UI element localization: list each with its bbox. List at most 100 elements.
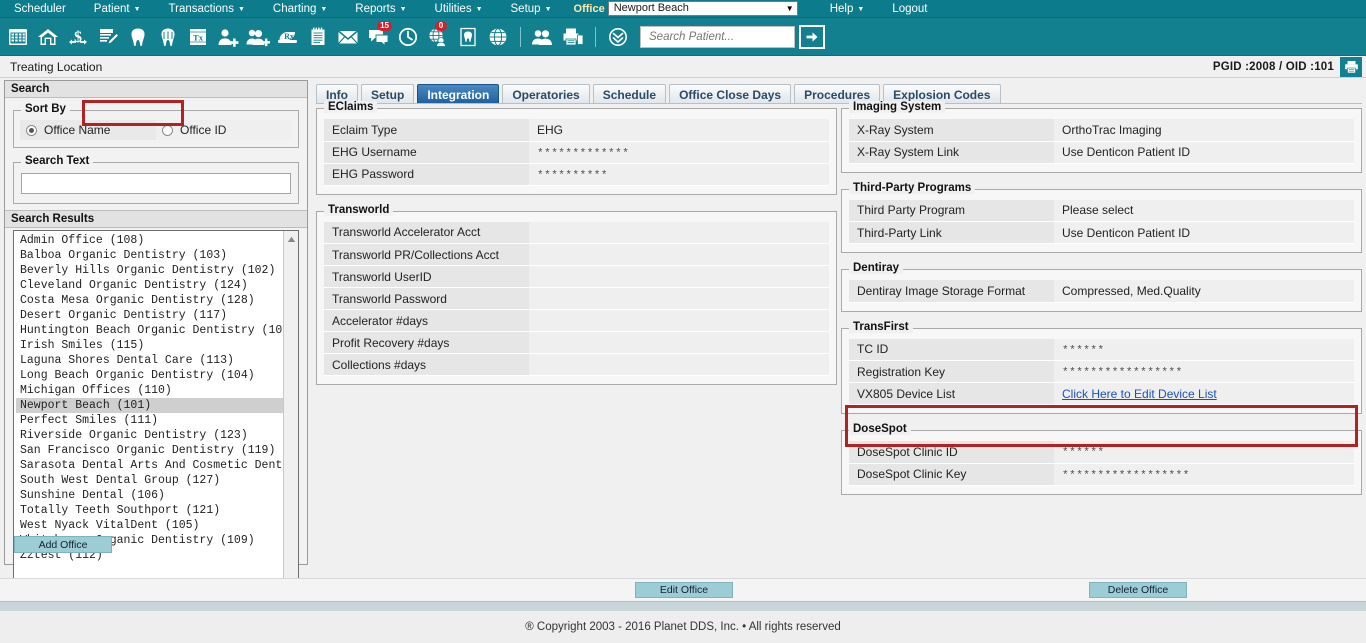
messages-icon[interactable]: 15 bbox=[364, 20, 392, 52]
field-value[interactable]: ***************** bbox=[1054, 360, 1354, 383]
list-item[interactable]: Totally Teeth Southport (121) bbox=[16, 503, 283, 518]
more-chevrons-icon[interactable] bbox=[604, 22, 632, 52]
radio-office-name[interactable]: Office Name bbox=[20, 120, 156, 140]
field-value[interactable] bbox=[529, 287, 829, 310]
field-value[interactable] bbox=[529, 265, 829, 288]
field-value[interactable] bbox=[529, 243, 829, 266]
list-item[interactable]: Cleveland Organic Dentistry (124) bbox=[16, 278, 283, 293]
search-panel: Search Sort By Office Name Office ID Sea… bbox=[4, 80, 308, 590]
edit-notes-icon[interactable] bbox=[94, 22, 122, 52]
group-dosespot: DoseSpot DoseSpot Clinic ID ****** DoseSpot… bbox=[841, 423, 1362, 495]
menu-item-charting[interactable]: Charting ▼ bbox=[259, 0, 341, 18]
edit-device-list-link[interactable]: Click Here to Edit Device List bbox=[1062, 387, 1217, 401]
list-item[interactable]: Long Beach Organic Dentistry (104) bbox=[16, 368, 283, 383]
table-row: Third Party Program Please select bbox=[849, 199, 1354, 222]
table-row: Transworld PR/Collections Acct bbox=[324, 243, 829, 266]
calendar-icon[interactable] bbox=[4, 22, 32, 52]
list-item[interactable]: Huntington Beach Organic Dentistry (107) bbox=[16, 323, 283, 338]
tab-integration[interactable]: Integration bbox=[417, 84, 500, 104]
group-transworld: Transworld Transworld Accelerator Acct Tra… bbox=[316, 203, 837, 385]
list-item[interactable]: Michigan Offices (110) bbox=[16, 383, 283, 398]
list-item[interactable]: Costa Mesa Organic Dentistry (128) bbox=[16, 293, 283, 308]
edit-office-button[interactable]: Edit Office bbox=[635, 582, 733, 598]
field-value[interactable]: ********** bbox=[529, 163, 829, 186]
envelope-icon[interactable] bbox=[334, 22, 362, 52]
add-patient-icon[interactable] bbox=[214, 22, 242, 52]
treatment-plan-icon[interactable]: Tx bbox=[184, 22, 212, 52]
perio-tooth-icon[interactable] bbox=[454, 22, 482, 52]
field-label: X-Ray System Link bbox=[849, 141, 1054, 164]
add-office-button[interactable]: Add Office bbox=[14, 536, 112, 553]
field-value[interactable]: ************* bbox=[529, 141, 829, 164]
menu-item-logout[interactable]: Logout bbox=[878, 0, 941, 18]
home-icon[interactable] bbox=[34, 22, 62, 52]
list-item[interactable]: Balboa Organic Dentistry (103) bbox=[16, 248, 283, 263]
settings-column-left: EClaims Eclaim Type EHG EHG Username *******… bbox=[316, 101, 837, 401]
scroll-up-icon[interactable] bbox=[285, 233, 298, 245]
menu-item-help[interactable]: Help ▼ bbox=[816, 0, 879, 18]
delete-office-button[interactable]: Delete Office bbox=[1089, 582, 1187, 598]
group-legend: TransFirst bbox=[849, 320, 913, 333]
chevron-down-icon: ▼ bbox=[237, 5, 245, 13]
field-value[interactable]: Please select bbox=[1054, 199, 1354, 222]
list-item[interactable]: Desert Organic Dentistry (117) bbox=[16, 308, 283, 323]
dollar-icon[interactable]: $ bbox=[64, 22, 92, 52]
field-value[interactable]: ****** bbox=[1054, 338, 1354, 361]
clock-icon[interactable] bbox=[394, 22, 422, 52]
list-item[interactable]: West Nyack VitalDent (105) bbox=[16, 518, 283, 533]
tooth-chart-icon[interactable] bbox=[154, 22, 182, 52]
list-item[interactable]: South West Dental Group (127) bbox=[16, 473, 283, 488]
patient-search-box[interactable] bbox=[640, 25, 795, 48]
list-item[interactable]: Riverside Organic Dentistry (123) bbox=[16, 428, 283, 443]
go-arrow-icon[interactable] bbox=[799, 24, 825, 49]
radio-office-id[interactable]: Office ID bbox=[156, 120, 292, 140]
tab-operatories[interactable]: Operatories bbox=[502, 84, 590, 104]
field-value[interactable] bbox=[529, 221, 829, 244]
field-label: Transworld UserID bbox=[324, 265, 529, 288]
search-input[interactable] bbox=[647, 29, 794, 44]
printer-icon[interactable] bbox=[1340, 56, 1362, 77]
tab-office-close-days[interactable]: Office Close Days bbox=[669, 84, 792, 104]
menu-item-transactions[interactable]: Transactions ▼ bbox=[155, 0, 259, 18]
list-item[interactable]: San Francisco Organic Dentistry (119) bbox=[16, 443, 283, 458]
list-item[interactable]: Perfect Smiles (111) bbox=[16, 413, 283, 428]
page-body: Search Sort By Office Name Office ID Sea… bbox=[0, 78, 1366, 590]
field-value[interactable]: EHG bbox=[529, 119, 829, 142]
field-value[interactable]: Use Denticon Patient ID bbox=[1054, 141, 1354, 164]
patients-group-icon[interactable] bbox=[529, 22, 557, 52]
menu-item-patient[interactable]: Patient ▼ bbox=[80, 0, 155, 18]
notepad-icon[interactable] bbox=[304, 22, 332, 52]
field-value[interactable] bbox=[529, 353, 829, 376]
list-item[interactable]: Admin Office (108) bbox=[16, 233, 283, 248]
list-item[interactable]: Beverly Hills Organic Dentistry (102) bbox=[16, 263, 283, 278]
field-value[interactable]: ****************** bbox=[1054, 463, 1354, 486]
settings-table: DoseSpot Clinic ID ****** DoseSpot Clinic … bbox=[849, 441, 1354, 486]
menu-item-scheduler[interactable]: Scheduler bbox=[0, 0, 80, 18]
field-value[interactable]: Click Here to Edit Device List bbox=[1054, 382, 1354, 405]
field-value[interactable] bbox=[529, 331, 829, 354]
globe-icon[interactable] bbox=[484, 22, 512, 52]
global-patient-icon[interactable]: 0 bbox=[424, 20, 452, 52]
field-value[interactable]: Compressed, Med.Quality bbox=[1054, 280, 1354, 303]
field-value[interactable] bbox=[529, 309, 829, 332]
print-queue-icon[interactable] bbox=[559, 22, 587, 52]
office-selector-dropdown[interactable]: Newport Beach ▼ bbox=[607, 1, 798, 16]
menu-item-utilities[interactable]: Utilities ▼ bbox=[421, 0, 497, 18]
tab-schedule[interactable]: Schedule bbox=[592, 84, 667, 104]
list-item[interactable]: Irish Smiles (115) bbox=[16, 338, 283, 353]
field-value[interactable]: OrthoTrac Imaging bbox=[1054, 119, 1354, 142]
field-value[interactable]: ****** bbox=[1054, 441, 1354, 464]
list-item[interactable]: Laguna Shores Dental Care (113) bbox=[16, 353, 283, 368]
add-family-icon[interactable] bbox=[244, 22, 272, 52]
menu-item-reports[interactable]: Reports ▼ bbox=[341, 0, 420, 18]
list-item[interactable]: Sunshine Dental (106) bbox=[16, 488, 283, 503]
field-value[interactable]: Use Denticon Patient ID bbox=[1054, 221, 1354, 244]
search-section-title: Search bbox=[5, 81, 307, 98]
prescription-icon[interactable]: Rx bbox=[274, 22, 302, 52]
search-text-input[interactable] bbox=[21, 173, 291, 194]
list-item[interactable]: Sarasota Dental Arts And Cosmetic Dentis bbox=[16, 458, 283, 473]
tooth-icon[interactable] bbox=[124, 22, 152, 52]
list-item[interactable]: Newport Beach (101) bbox=[16, 398, 283, 413]
results-scrollbar[interactable] bbox=[283, 231, 298, 589]
menu-item-setup[interactable]: Setup ▼ bbox=[497, 0, 566, 18]
